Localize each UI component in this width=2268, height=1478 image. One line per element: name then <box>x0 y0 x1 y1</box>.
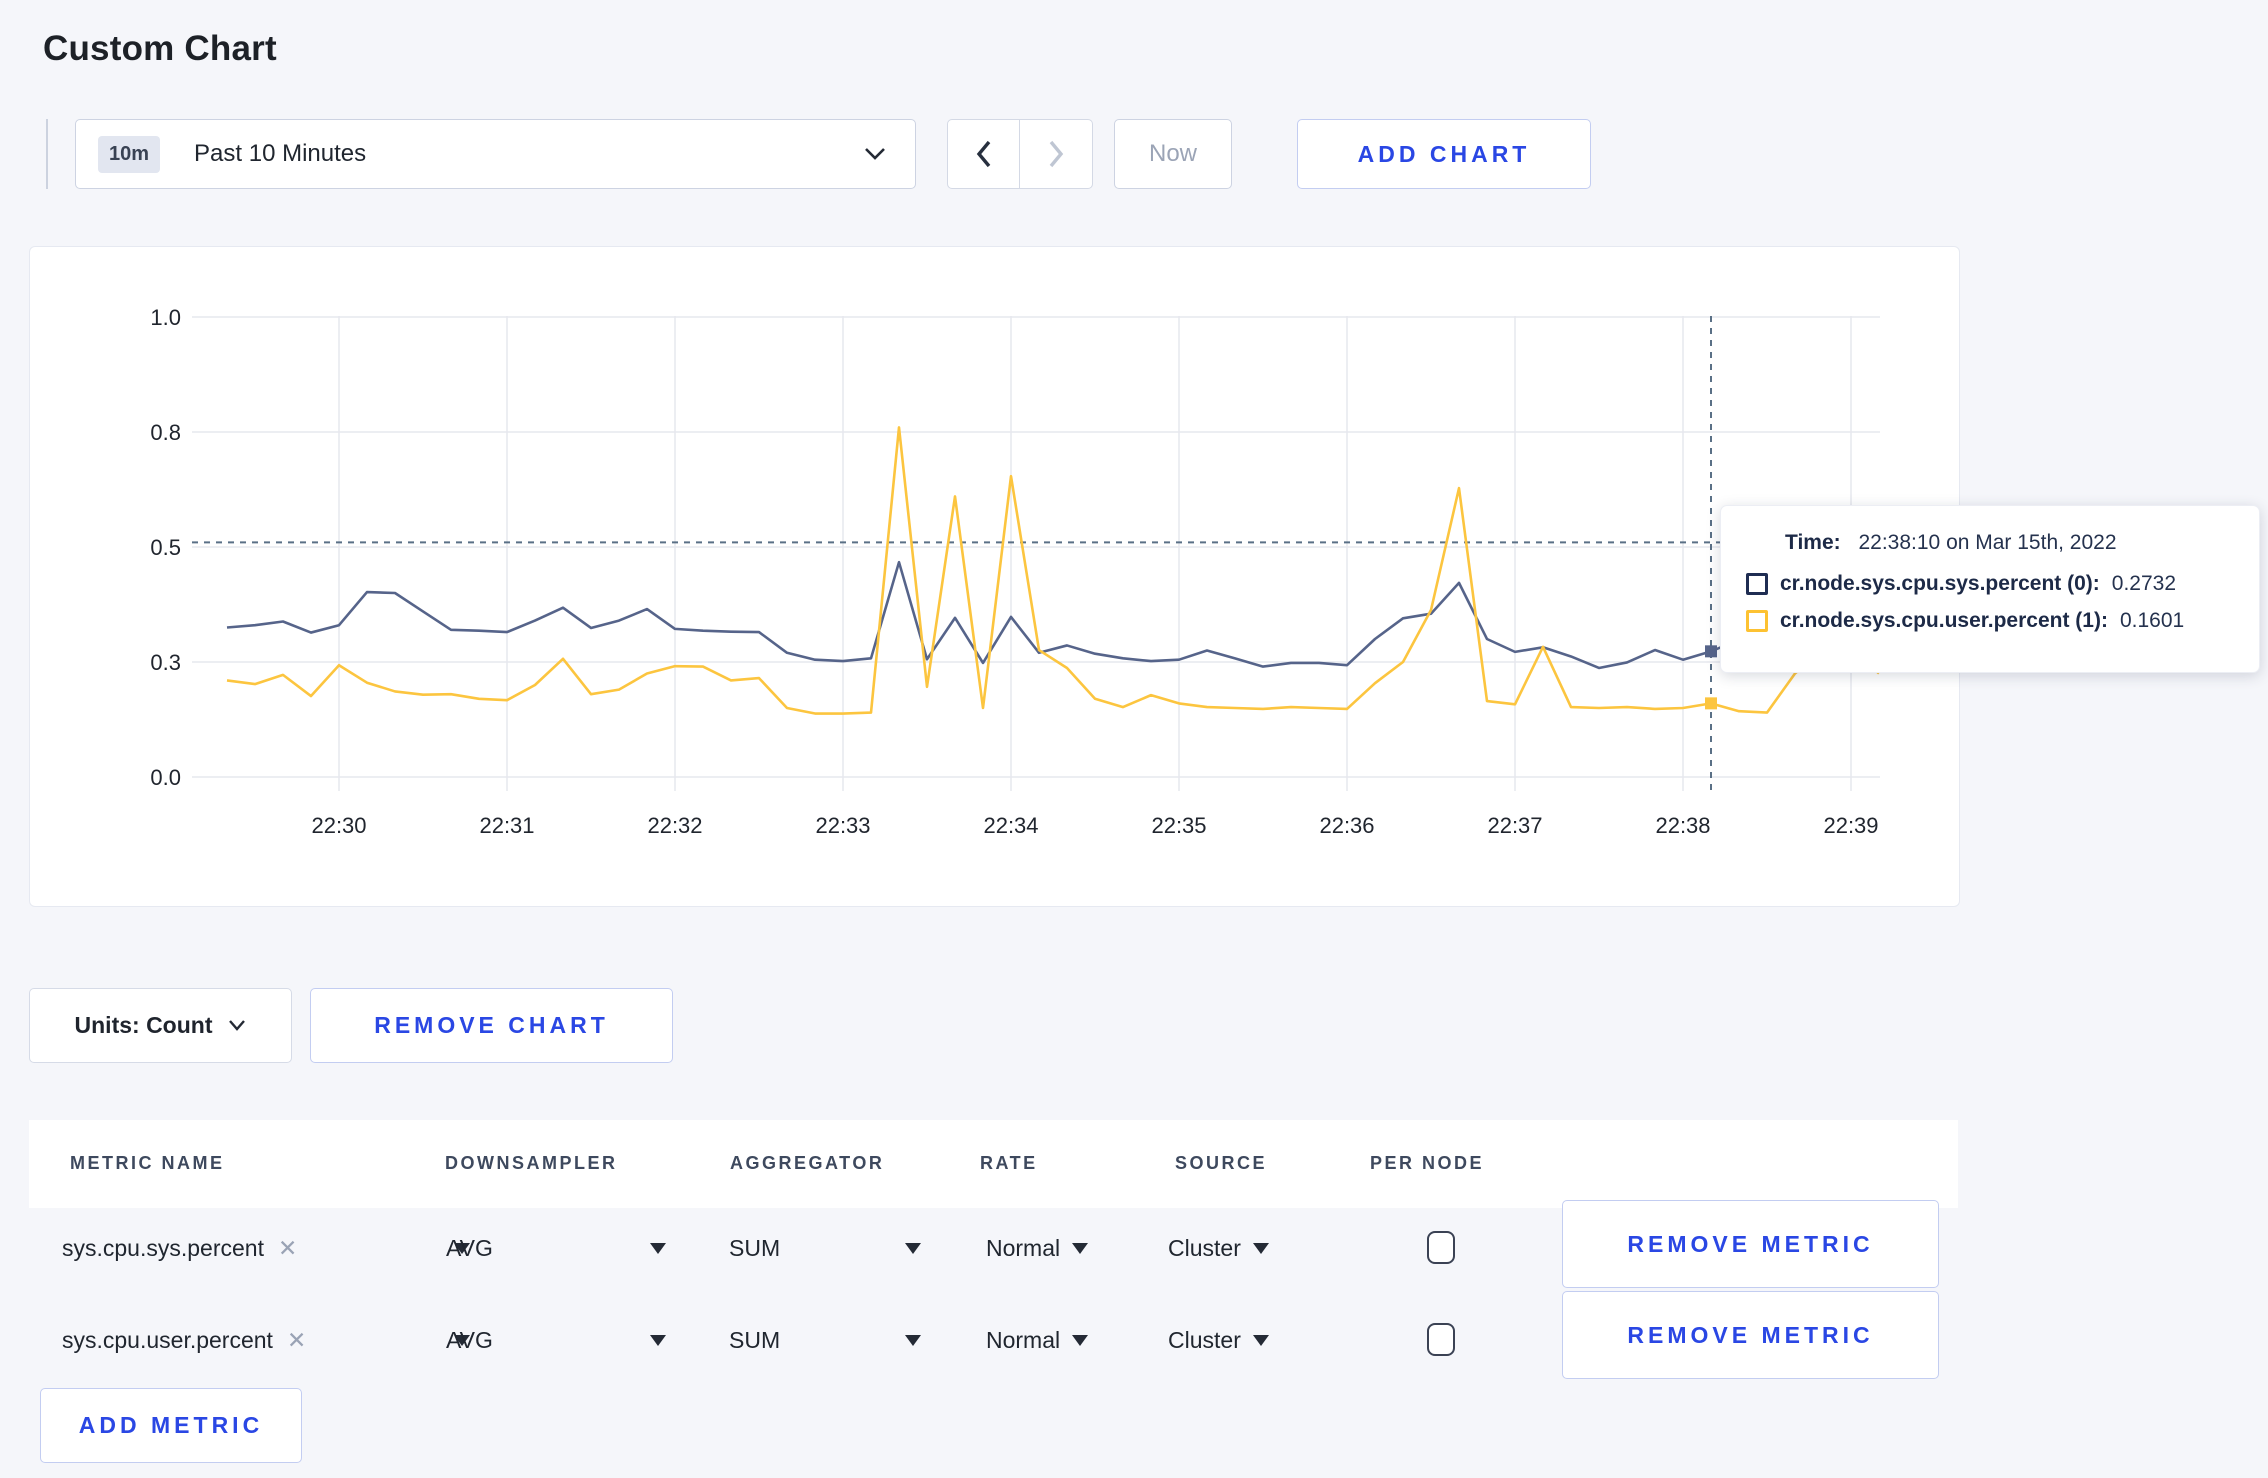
downsampler-select[interactable]: AVG <box>446 1320 666 1360</box>
downsampler-value: AVG <box>446 1326 493 1353</box>
remove-metric-button[interactable]: REMOVE METRIC <box>1562 1291 1939 1379</box>
chevron-down-icon <box>865 148 885 160</box>
chevron-down-icon <box>229 1020 246 1031</box>
toolbar-divider <box>46 119 48 189</box>
clear-metric-icon[interactable]: ✕ <box>287 1327 306 1354</box>
col-header-per-node: PER NODE <box>1370 1153 1485 1173</box>
next-range-button[interactable] <box>1020 119 1093 189</box>
source-select[interactable]: Cluster <box>1168 1320 1269 1360</box>
per-node-checkbox[interactable] <box>1427 1231 1455 1264</box>
tooltip-time-row: Time: 22:38:10 on Mar 15th, 2022 <box>1746 531 2259 555</box>
chevron-left-icon <box>976 140 990 168</box>
time-range-dropdown[interactable]: 10m Past 10 Minutes <box>75 119 916 189</box>
tooltip-time-label: Time: <box>1785 531 1841 554</box>
chart-tooltip: Time: 22:38:10 on Mar 15th, 2022 cr.node… <box>1720 505 2260 673</box>
units-dropdown[interactable]: Units: Count <box>29 988 292 1063</box>
time-nav-group <box>947 119 1093 189</box>
add-metric-button[interactable]: ADD METRIC <box>40 1388 302 1463</box>
time-range-badge: 10m <box>98 135 161 173</box>
remove-metric-label: REMOVE METRIC <box>1627 1321 1874 1348</box>
caret-down-icon <box>1252 1334 1269 1346</box>
user-series-swatch-icon <box>1746 610 1768 632</box>
remove-chart-button[interactable]: REMOVE CHART <box>310 988 673 1063</box>
now-button[interactable]: Now <box>1114 119 1232 189</box>
units-dropdown-label: Units: Count <box>74 1012 213 1038</box>
caret-down-icon <box>1072 1334 1089 1346</box>
aggregator-value: SUM <box>729 1234 781 1261</box>
metrics-table-header: METRIC NAME DOWNSAMPLER AGGREGATOR RATE … <box>29 1120 1958 1208</box>
aggregator-value: SUM <box>729 1326 781 1353</box>
tooltip-series-label: cr.node.sys.cpu.sys.percent (0): <box>1780 572 2100 595</box>
chart-card <box>29 246 1960 907</box>
col-header-source: SOURCE <box>1175 1153 1268 1173</box>
caret-down-icon <box>650 1242 666 1254</box>
rate-value: Normal <box>986 1326 1061 1353</box>
remove-metric-button[interactable]: REMOVE METRIC <box>1562 1200 1939 1288</box>
rate-value: Normal <box>986 1234 1061 1261</box>
downsampler-value: AVG <box>446 1234 493 1261</box>
col-header-metric-name: METRIC NAME <box>70 1153 225 1173</box>
time-range-label: Past 10 Minutes <box>194 140 367 167</box>
page-title: Custom Chart <box>43 29 277 69</box>
downsampler-select[interactable]: AVG <box>446 1228 666 1268</box>
aggregator-select[interactable]: SUM <box>729 1228 921 1268</box>
caret-down-icon <box>1072 1242 1089 1254</box>
tooltip-series-value: 0.1601 <box>2119 609 2185 632</box>
clear-metric-icon[interactable]: ✕ <box>278 1235 297 1262</box>
caret-down-icon <box>650 1334 666 1346</box>
add-metric-label: ADD METRIC <box>78 1412 264 1438</box>
source-select[interactable]: Cluster <box>1168 1228 1269 1268</box>
caret-down-icon <box>1252 1242 1269 1254</box>
metric-name-value: sys.cpu.sys.percent <box>62 1234 264 1261</box>
caret-down-icon <box>905 1334 921 1346</box>
now-button-label: Now <box>1148 140 1197 167</box>
tooltip-time-value: 22:38:10 on Mar 15th, 2022 <box>1858 531 2117 554</box>
col-header-rate: RATE <box>980 1153 1038 1173</box>
caret-down-icon <box>905 1242 921 1254</box>
col-header-downsampler: DOWNSAMPLER <box>445 1153 618 1173</box>
aggregator-select[interactable]: SUM <box>729 1320 921 1360</box>
add-chart-button[interactable]: ADD CHART <box>1297 119 1591 189</box>
rate-select[interactable]: Normal <box>986 1228 1089 1268</box>
per-node-checkbox[interactable] <box>1427 1323 1455 1356</box>
tooltip-series-label: cr.node.sys.cpu.user.percent (1): <box>1780 609 2108 632</box>
metric-name-select[interactable]: sys.cpu.user.percent ✕ <box>62 1320 470 1360</box>
chevron-right-icon <box>1049 140 1064 168</box>
add-chart-label: ADD CHART <box>1357 140 1531 167</box>
source-value: Cluster <box>1168 1326 1241 1353</box>
remove-chart-label: REMOVE CHART <box>374 1012 609 1038</box>
tooltip-series-value: 0.2732 <box>2111 572 2177 595</box>
metric-name-select[interactable]: sys.cpu.sys.percent ✕ <box>62 1228 470 1268</box>
remove-metric-label: REMOVE METRIC <box>1627 1230 1874 1257</box>
rate-select[interactable]: Normal <box>986 1320 1089 1360</box>
sys-series-swatch-icon <box>1746 573 1768 595</box>
tooltip-series-row: cr.node.sys.cpu.user.percent (1): 0.1601 <box>1746 609 2259 633</box>
metric-name-value: sys.cpu.user.percent <box>62 1326 273 1353</box>
prev-range-button[interactable] <box>947 119 1020 189</box>
source-value: Cluster <box>1168 1234 1241 1261</box>
col-header-aggregator: AGGREGATOR <box>730 1153 885 1173</box>
tooltip-series-row: cr.node.sys.cpu.sys.percent (0): 0.2732 <box>1746 572 2259 596</box>
